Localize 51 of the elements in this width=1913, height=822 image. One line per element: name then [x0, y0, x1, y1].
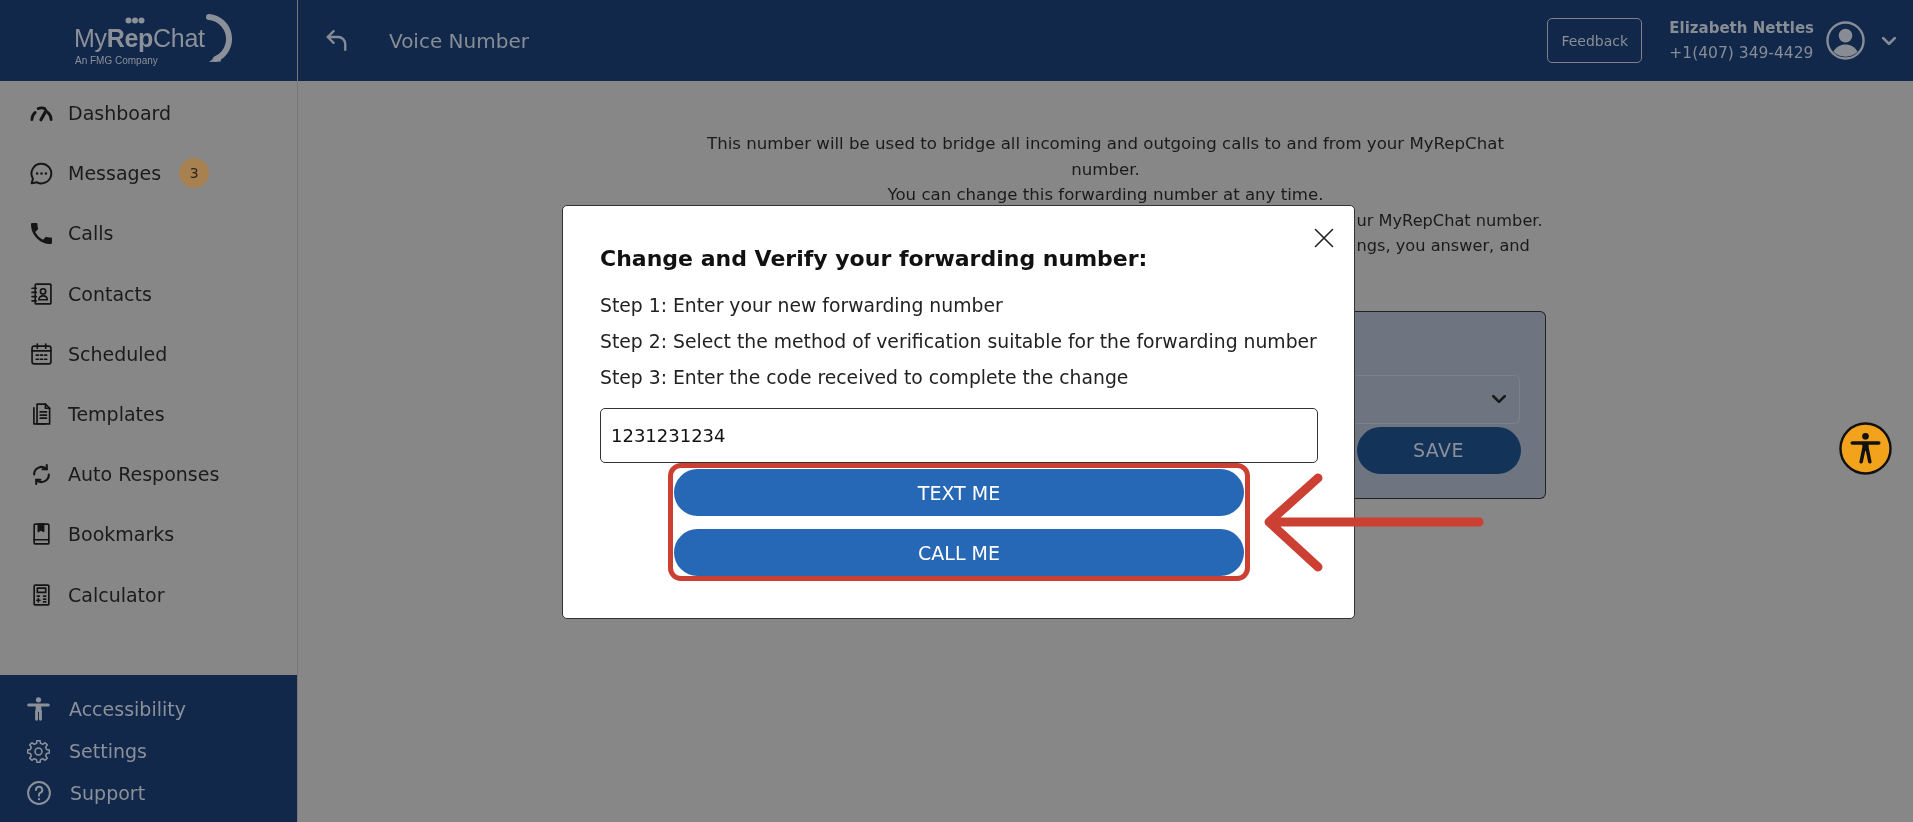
document-icon — [30, 403, 53, 426]
phone-icon — [30, 222, 53, 244]
footer-nav-item[interactable]: Accessibility — [27, 688, 186, 730]
refresh-icon — [30, 463, 53, 485]
verify-button[interactable]: CALL ME — [674, 529, 1244, 576]
step-text: Step 2: Select the method of verification suitable for the forwarding number — [600, 330, 1317, 354]
gauge-icon — [30, 104, 53, 122]
notification-badge: 3 — [179, 158, 210, 189]
close-icon[interactable] — [1314, 228, 1334, 248]
verify-button[interactable]: TEXT ME — [674, 469, 1244, 516]
nav-item[interactable]: Calculator — [30, 583, 165, 606]
nav-item[interactable]: Templates — [30, 403, 165, 426]
nav-item[interactable]: Auto Responses — [30, 463, 220, 486]
user-name: Elizabeth Nettles — [1669, 18, 1814, 38]
user-avatar-icon[interactable] — [1826, 21, 1865, 60]
book-icon — [30, 523, 53, 546]
nav-item[interactable]: Scheduled — [30, 342, 168, 365]
nav-item[interactable]: Calls — [30, 222, 114, 245]
description-text: You can change this forwarding number at any time. — [886, 184, 1325, 206]
user-phone: +1(407) 349-4429 — [1669, 43, 1814, 63]
step-text: Step 3: Enter the code received to complete the change — [600, 366, 1129, 390]
calculator-icon — [30, 583, 53, 606]
page-title: Voice Number — [389, 28, 529, 53]
chevron-down-icon — [1882, 36, 1896, 45]
accessibility-icon[interactable] — [1839, 422, 1892, 475]
footer-nav-item[interactable]: Support — [27, 772, 146, 814]
chevron-down-icon — [1491, 395, 1506, 403]
step-text: Step 1: Enter your new forwarding number — [600, 294, 1003, 318]
dialog-title: Change and Verify your forwarding number: — [600, 245, 1148, 273]
logo-text: MyRepChat — [74, 23, 205, 53]
save-button[interactable]: SAVE — [1356, 426, 1521, 474]
description-text: ngs, you answer, and — [1356, 235, 1530, 257]
nav-item[interactable]: Messages — [30, 161, 162, 185]
help-icon — [27, 781, 51, 805]
logo-arc-icon — [204, 13, 234, 65]
phone-number-field[interactable]: 1231231234 — [600, 408, 1318, 463]
footer-nav-item[interactable]: Settings — [27, 730, 147, 772]
nav-item[interactable]: Contacts — [30, 282, 152, 305]
back-arrow-icon[interactable] — [325, 30, 348, 51]
logo-dots-icon — [125, 17, 145, 24]
settings-icon — [27, 739, 50, 763]
description-text: ur MyRepChat number. — [1356, 209, 1543, 232]
accessibility-icon — [27, 697, 50, 721]
feedback-button[interactable]: Feedback — [1547, 18, 1643, 63]
contact-card-icon — [30, 282, 53, 305]
nav-item[interactable]: Dashboard — [30, 102, 172, 125]
nav-item[interactable]: Bookmarks — [30, 523, 175, 546]
description-text: This number will be used to bridge all incoming and outgoing calls to and from your MyRepChat number. — [706, 133, 1505, 181]
logo-tagline: An FMG Company — [74, 55, 158, 67]
calendar-icon — [30, 342, 53, 365]
chat-bubble-icon — [30, 161, 53, 185]
